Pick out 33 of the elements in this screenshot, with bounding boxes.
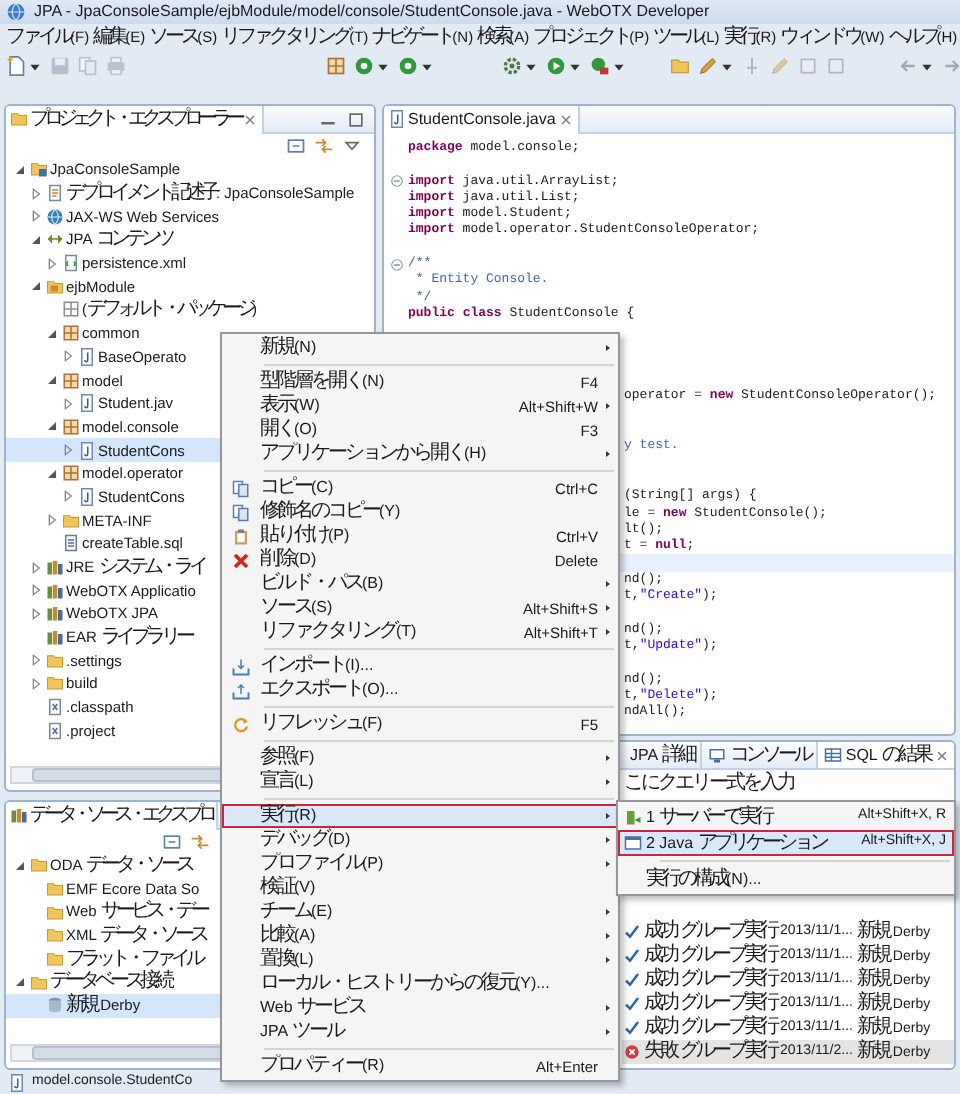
menu-item[interactable]: ビルド・パス(B) (222, 572, 618, 596)
menu-item[interactable]: 参照(F) (222, 746, 618, 770)
menu-item[interactable]: JPA ツール (222, 1020, 618, 1044)
query-field[interactable]: こにクエリー式を入力 (624, 770, 954, 796)
menu-item[interactable]: 比較(A) (222, 924, 618, 948)
menu-item[interactable]: チーム(E) (222, 900, 618, 924)
window-title: JPA - JpaConsoleSample/ejbModule/model/console/StudentConsole.java - WebOTX Developer (34, 2, 710, 22)
menu-item[interactable]: デバッグ(D) (222, 828, 618, 852)
menu-item[interactable]: 置換(L) (222, 948, 618, 972)
view-tab[interactable]: データ・ソース・エクスプロ (6, 802, 218, 829)
menu-item[interactable]: ローカル・ヒストリーからの復元(Y)... (222, 972, 618, 996)
table-cell-text: 成功 (644, 992, 676, 1015)
table-cell-text: 成功 (644, 920, 676, 943)
menu-item[interactable]: 修飾名のコピー(Y) (222, 500, 618, 524)
menu-item[interactable]: インポート(I)... (222, 654, 618, 678)
table-cell-text: 成功 (644, 968, 676, 991)
menu-item[interactable]: 実行の構成(N)... (618, 866, 954, 892)
table-cell-text: グループ実行 (680, 920, 776, 943)
view-tab[interactable]: プロジェクト・エクスプローラー (6, 106, 264, 133)
editor-tab[interactable]: StudentConsole.java (384, 106, 580, 133)
table-cell: グループ実行 (680, 1040, 776, 1064)
table-cell-text: グループ実行 (680, 1016, 776, 1039)
view-tab[interactable]: SQL の結果 (817, 742, 954, 768)
menu-item[interactable]: 検証(V) (222, 876, 618, 900)
table-cell-text: グループ実行 (680, 968, 776, 991)
table-cell-text: グループ実行 (680, 992, 776, 1015)
menu-item[interactable]: エクスポート(O)... (222, 678, 618, 702)
view-tab[interactable]: コンソール (701, 742, 818, 768)
table-cell-text: グループ実行 (680, 944, 776, 967)
table-cell-text: 成功 (644, 944, 676, 967)
table-cell: 失敗 (644, 1040, 676, 1064)
view-tab[interactable]: JPA 詳細 (624, 742, 702, 768)
table-cell-text: 成功 (644, 1016, 676, 1039)
